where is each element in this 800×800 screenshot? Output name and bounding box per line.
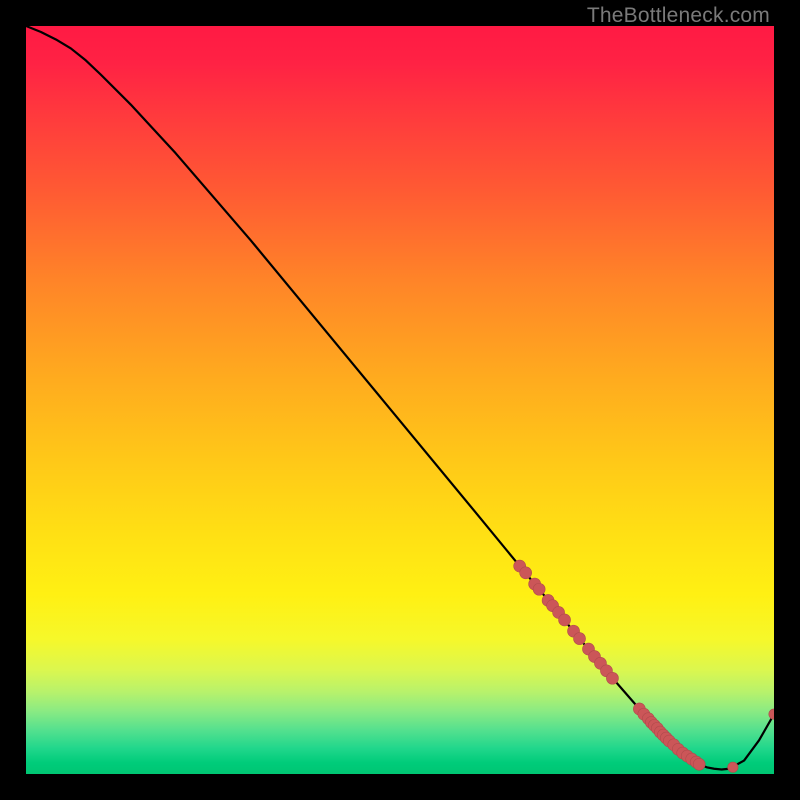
gradient-background: [26, 26, 774, 774]
data-point: [606, 672, 618, 684]
plot-area: [26, 26, 774, 774]
data-point: [728, 762, 738, 772]
data-point: [693, 758, 705, 770]
data-point: [533, 583, 545, 595]
data-point: [559, 614, 571, 626]
data-point: [520, 567, 532, 579]
chart-svg: [26, 26, 774, 774]
data-point: [574, 633, 586, 645]
attribution-text: TheBottleneck.com: [587, 4, 770, 28]
chart-stage: TheBottleneck.com: [0, 0, 800, 800]
